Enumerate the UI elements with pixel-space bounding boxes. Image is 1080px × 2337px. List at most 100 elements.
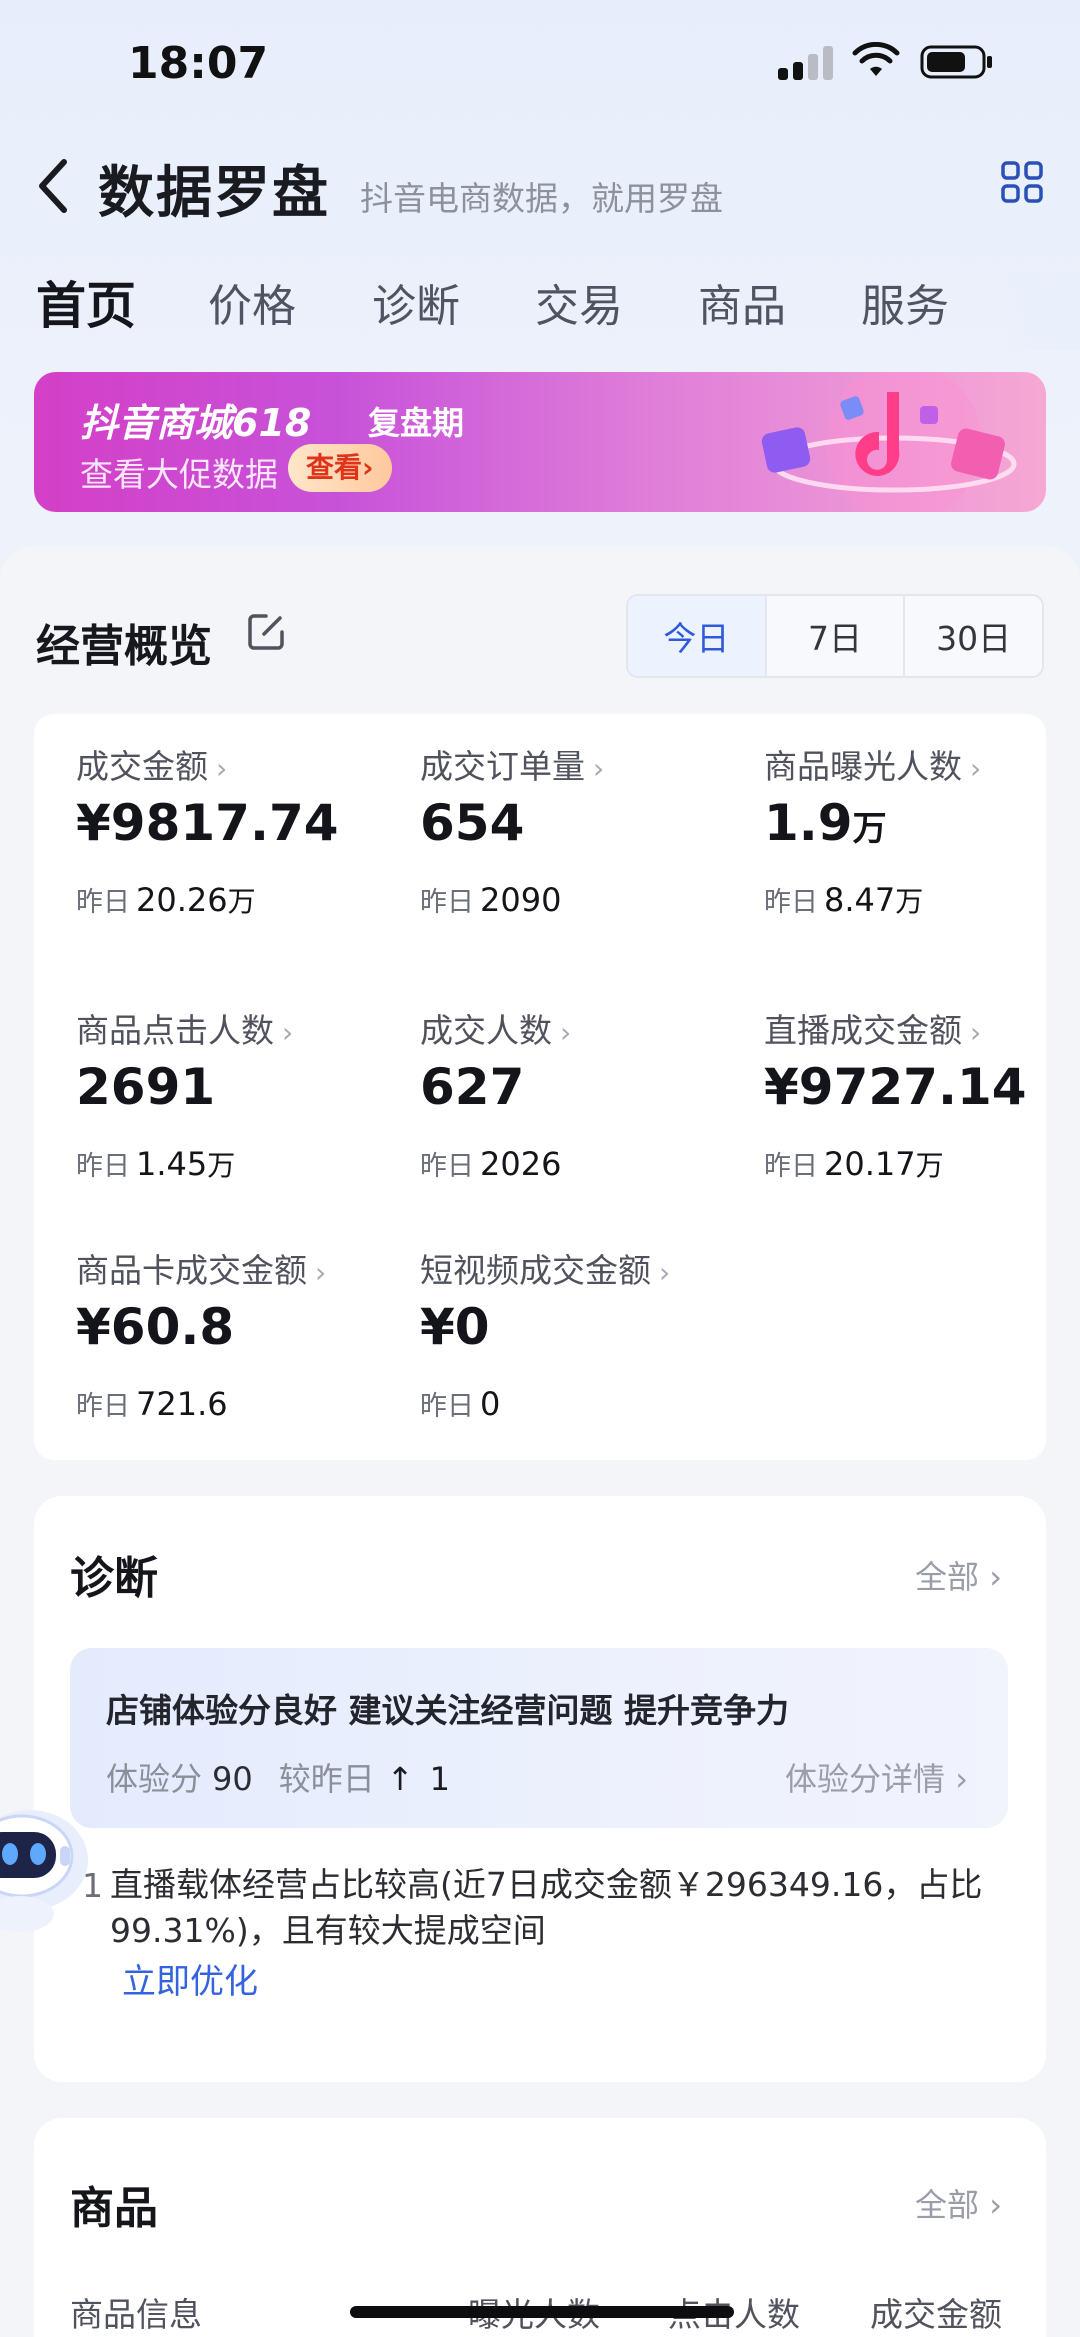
metric-label: 成交金额 <box>76 747 208 786</box>
metric-value: 627 <box>420 1058 525 1116</box>
metric-value: 2691 <box>76 1058 216 1116</box>
metric-value: 1.9 <box>764 794 853 852</box>
metric-label: 直播成交金额 <box>764 1011 962 1050</box>
prev-label: 昨日 <box>420 1151 474 1182</box>
status-time: 18:07 <box>128 38 269 89</box>
diagnosis-card: 诊断 全部 › 店铺体验分良好 建议关注经营问题 提升竞争力 体验分 90 较昨日 ↑… <box>34 1496 1046 2082</box>
metric-label: 成交订单量 <box>420 747 585 786</box>
products-title: 商品 <box>70 2183 158 2234</box>
arrow-up-icon: ↑ <box>386 1760 414 1798</box>
top-tabs: 首页 价格 诊断 交易 商品 服务 <box>0 270 1080 350</box>
metric-label: 短视频成交金额 <box>420 1251 651 1290</box>
metric-label: 商品卡成交金额 <box>76 1251 307 1290</box>
score-meta: 体验分 90 较昨日 ↑ 1 <box>106 1754 450 1800</box>
metric-prev-unit: 万 <box>895 885 924 918</box>
tab-home[interactable]: 首页 <box>36 270 136 338</box>
metric-card-gmv[interactable]: 商品卡成交金额 › ¥60.8 昨日 721.6 <box>76 1244 406 1464</box>
battery-icon <box>920 45 992 79</box>
status-bar: 18:07 <box>0 0 1080 120</box>
optimize-now-link[interactable]: 立即优化 <box>122 1954 258 2003</box>
chevron-right-icon: › <box>216 752 228 785</box>
metric-prev-value: 721.6 <box>136 1385 228 1423</box>
tab-price[interactable]: 价格 <box>208 270 296 334</box>
prev-label: 昨日 <box>76 1391 130 1422</box>
metric-prev-value: 0 <box>480 1385 501 1423</box>
page-title: 数据罗盘 <box>98 161 330 226</box>
metric-value: 654 <box>420 794 525 852</box>
metric-live-gmv[interactable]: 直播成交金额 › ¥9727.14 昨日 20.17万 <box>764 1004 1080 1224</box>
compare-value: 1 <box>429 1760 450 1798</box>
banner-title: 抖音商城618 <box>80 401 312 445</box>
metric-orders[interactable]: 成交订单量 › 654 昨日 2090 <box>420 740 750 960</box>
metric-prev-unit: 万 <box>915 1149 944 1182</box>
edit-icon[interactable] <box>246 612 286 652</box>
metric-prev-value: 20.17 <box>824 1145 916 1183</box>
range-30-days[interactable]: 30日 <box>905 596 1042 676</box>
banner-subtitle: 查看大促数据 <box>80 455 278 494</box>
promo-banner[interactable]: 抖音商城618 复盘期 查看大促数据 查看› <box>34 372 1046 512</box>
metric-buyers[interactable]: 成交人数 › 627 昨日 2026 <box>420 1004 750 1224</box>
tabs-fade <box>1000 270 1080 350</box>
metric-prev-value: 20.26 <box>136 881 228 919</box>
issue-text: 直播载体经营占比较高(近7日成交金额￥296349.16，占比99.31%)，且… <box>110 1865 983 1950</box>
page-subtitle: 抖音电商数据，就用罗盘 <box>360 179 723 218</box>
tab-products[interactable]: 商品 <box>698 270 786 334</box>
chevron-right-icon: › <box>560 1016 572 1049</box>
range-today[interactable]: 今日 <box>628 596 767 676</box>
diagnosis-title: 诊断 <box>70 1553 158 1604</box>
metric-clicks[interactable]: 商品点击人数 › 2691 昨日 1.45万 <box>76 1004 406 1224</box>
prev-label: 昨日 <box>764 887 818 918</box>
chevron-right-icon: › <box>282 1016 294 1049</box>
wifi-icon <box>852 42 900 76</box>
banner-tag: 复盘期 <box>368 404 465 442</box>
app-header: 数据罗盘 抖音电商数据，就用罗盘 <box>0 140 1080 240</box>
chevron-right-icon: › <box>970 752 982 785</box>
range-7-days[interactable]: 7日 <box>767 596 906 676</box>
chevron-right-icon: › <box>315 1256 327 1289</box>
column-header-gmv[interactable]: 成交金额 <box>870 2288 1002 2336</box>
diagnosis-view-all-link[interactable]: 全部 › <box>915 1552 1002 1598</box>
metric-prev-unit: 万 <box>227 885 256 918</box>
metric-prev-value: 2026 <box>480 1145 562 1183</box>
products-view-all-link[interactable]: 全部 › <box>915 2180 1002 2226</box>
banner-view-button[interactable]: 查看› <box>288 444 392 492</box>
tab-service[interactable]: 服务 <box>861 270 949 334</box>
metrics-card: 成交金额 › ¥9817.74 昨日 20.26万 成交订单量 › 654 昨日 209… <box>34 714 1046 1460</box>
column-header-product-info[interactable]: 商品信息 <box>70 2288 202 2336</box>
metric-value: ¥60.8 <box>76 1298 235 1356</box>
score-detail-link[interactable]: 体验分详情 › <box>785 1754 968 1800</box>
metric-label: 商品点击人数 <box>76 1011 274 1050</box>
metric-value: ¥9727.14 <box>764 1058 1027 1116</box>
metric-exposure[interactable]: 商品曝光人数 › 1.9万 昨日 8.47万 <box>764 740 1080 960</box>
tab-diagnosis[interactable]: 诊断 <box>372 270 460 334</box>
banner-illustration <box>761 372 1017 512</box>
metric-video-gmv[interactable]: 短视频成交金额 › ¥0 昨日 0 <box>420 1244 750 1464</box>
products-card: 商品 全部 › 商品信息 曝光人数 点击人数 成交金额 <box>34 2118 1046 2337</box>
chevron-right-icon: › <box>970 1016 982 1049</box>
app-grid-icon[interactable] <box>1000 160 1044 204</box>
prev-label: 昨日 <box>76 887 130 918</box>
chevron-right-icon: › <box>593 752 605 785</box>
tab-trade[interactable]: 交易 <box>535 270 623 334</box>
prev-label: 昨日 <box>420 887 474 918</box>
overview-title: 经营概览 <box>36 621 212 672</box>
metric-prev-value: 1.45 <box>136 1145 208 1183</box>
metric-label: 成交人数 <box>420 1011 552 1050</box>
assistant-robot-icon[interactable] <box>0 1796 90 1936</box>
metric-gmv[interactable]: 成交金额 › ¥9817.74 昨日 20.26万 <box>76 740 406 960</box>
metric-prev-unit: 万 <box>207 1149 236 1182</box>
metric-prev-value: 2090 <box>480 881 562 919</box>
cellular-signal-icon <box>778 44 834 80</box>
prev-label: 昨日 <box>764 1151 818 1182</box>
back-icon[interactable] <box>34 154 74 218</box>
diagnosis-summary: 店铺体验分良好 建议关注经营问题 提升竞争力 <box>106 1691 789 1730</box>
experience-score-box[interactable]: 店铺体验分良好 建议关注经营问题 提升竞争力 体验分 90 较昨日 ↑ 1 体验分详情 … <box>70 1648 1008 1828</box>
prev-label: 昨日 <box>420 1391 474 1422</box>
date-range-toggle: 今日 7日 30日 <box>626 594 1044 678</box>
compare-label: 较昨日 <box>278 1760 375 1798</box>
metric-prev-value: 8.47 <box>824 881 896 919</box>
metric-label: 商品曝光人数 <box>764 747 962 786</box>
metric-value: ¥0 <box>420 1298 490 1356</box>
prev-label: 昨日 <box>76 1151 130 1182</box>
home-indicator[interactable] <box>350 2306 734 2318</box>
